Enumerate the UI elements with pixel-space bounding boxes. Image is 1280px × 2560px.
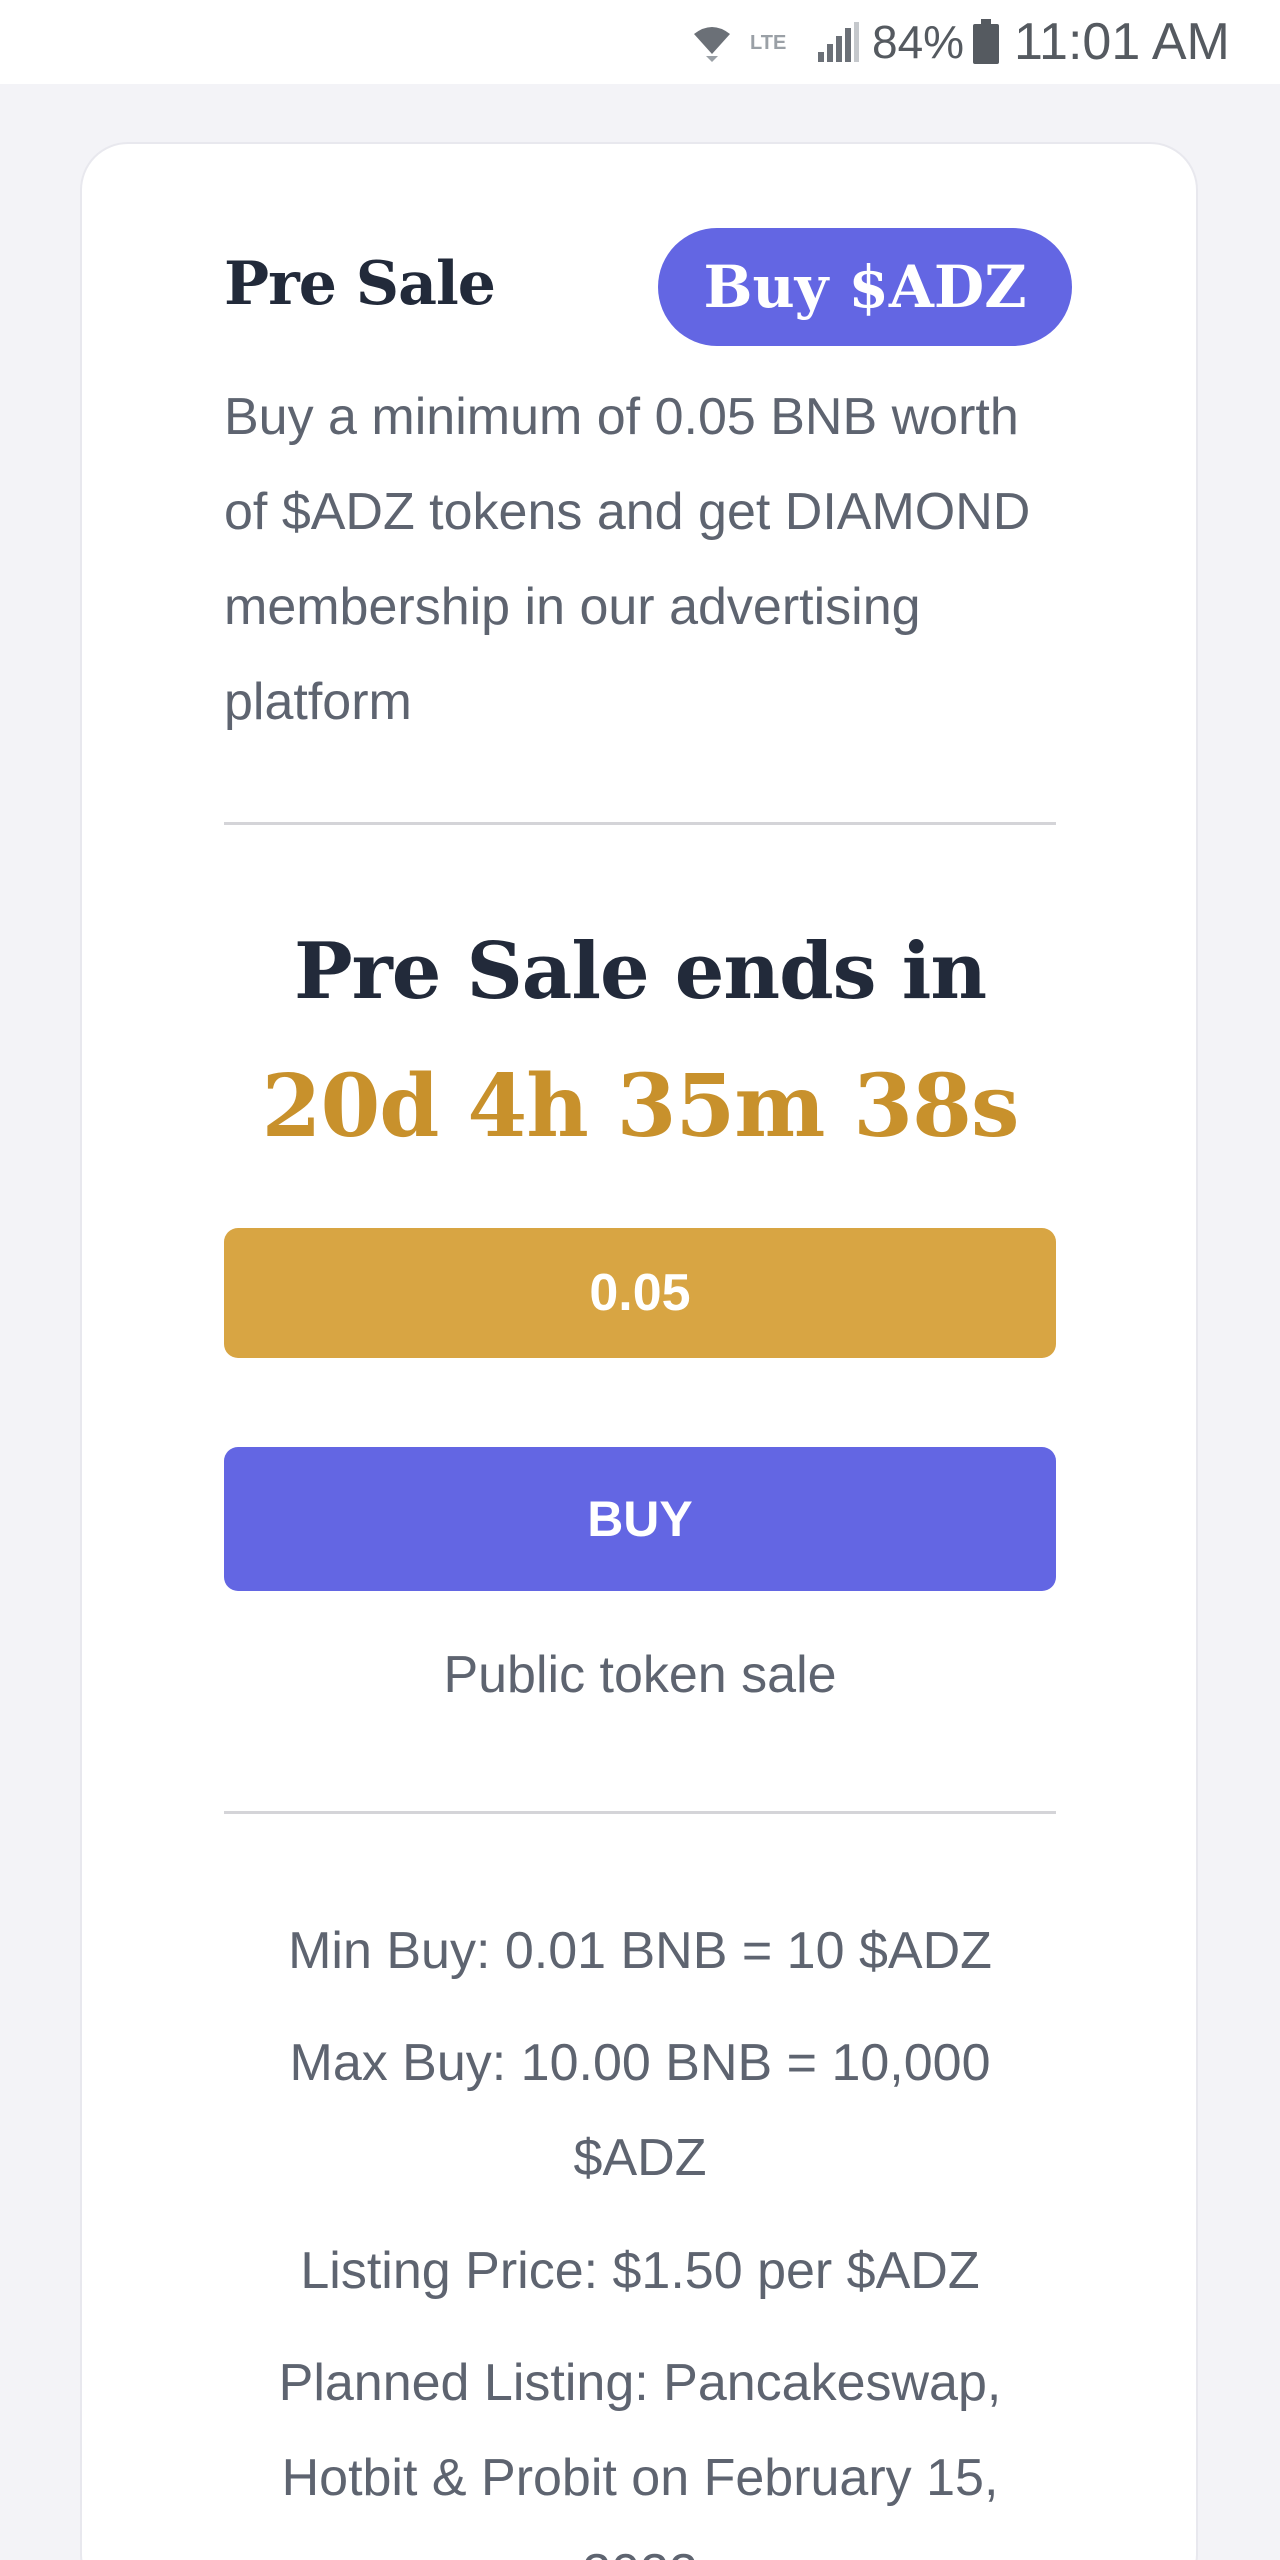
presale-title: Pre Sale (224, 249, 496, 319)
countdown-timer: 20d 4h 35m 38s (261, 1056, 1020, 1157)
min-buy-text: Min Buy: 0.01 BNB = 10 $ADZ (288, 1922, 992, 1980)
status-bar: LTE 84% 11:01 AM (0, 0, 1280, 84)
max-buy-text: Max Buy: 10.00 BNB = 10,000 $ADZ (289, 2034, 991, 2187)
lte-icon: LTE (750, 0, 806, 84)
divider (224, 822, 1056, 825)
divider (224, 1811, 1056, 1814)
bnb-amount-input[interactable] (224, 1228, 1056, 1358)
planned-listing-text: Planned Listing: Pancakeswap, Hotbit & P… (278, 2354, 1002, 2560)
buy-button[interactable]: BUY (224, 1447, 1056, 1591)
signal-icon (816, 0, 862, 84)
battery-icon (972, 0, 1002, 84)
listing-price-text: Listing Price: $1.50 per $ADZ (300, 2242, 980, 2300)
clock-time: 11:01 AM (1014, 13, 1230, 71)
svg-text:LTE: LTE (750, 32, 786, 54)
presale-intro-text: Buy a minimum of 0.05 BNB worth of $ADZ … (224, 388, 1031, 731)
presale-ends-title: Pre Sale ends in (293, 926, 987, 1017)
buy-adz-button[interactable]: Buy $ADZ (658, 228, 1072, 346)
public-token-sale-caption: Public token sale (443, 1646, 837, 1704)
wifi-icon (690, 0, 740, 84)
battery-percent: 84% (872, 16, 965, 68)
